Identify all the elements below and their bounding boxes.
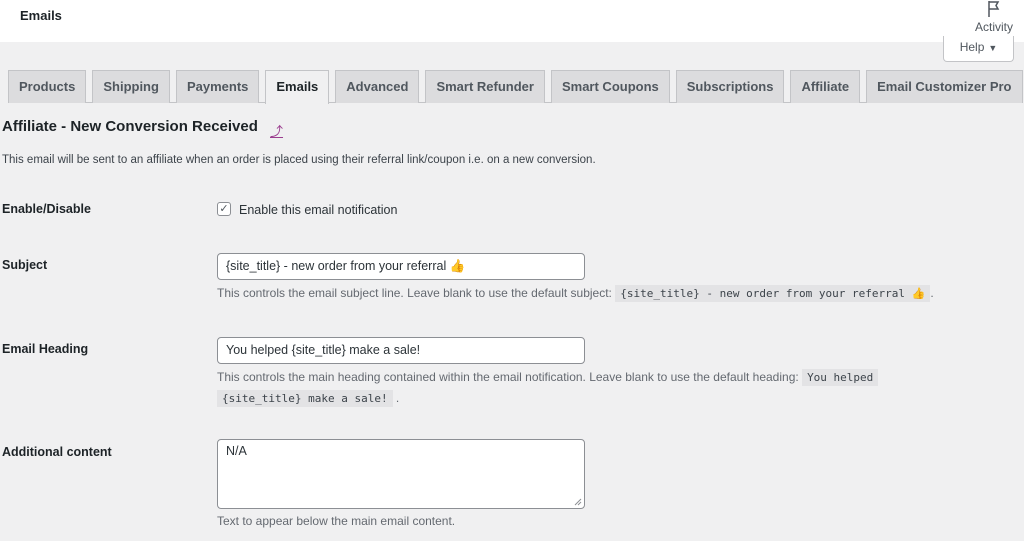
email-heading-default-code-1: You helped: [802, 369, 879, 386]
email-heading-help: This controls the main heading contained…: [217, 367, 957, 409]
tab-subscriptions[interactable]: Subscriptions: [675, 70, 785, 103]
activity-label: Activity: [974, 20, 1013, 34]
checkmark-icon: ✓: [219, 203, 229, 215]
tab-email-customizer-pro[interactable]: Email Customizer Pro: [866, 70, 1023, 103]
section-title: Affiliate - New Conversion Received: [2, 118, 258, 135]
back-up-link-icon[interactable]: ⤴: [270, 121, 283, 140]
additional-content-help: Text to appear below the main email cont…: [217, 514, 456, 528]
tab-smart-coupons[interactable]: Smart Coupons: [550, 70, 670, 103]
settings-tabs: Products Shipping Payments Emails Advanc…: [8, 70, 1023, 104]
top-bar: Emails Activity: [0, 0, 1024, 42]
flag-icon: [988, 1, 1000, 17]
tab-advanced[interactable]: Advanced: [335, 70, 420, 103]
additional-content-textarea[interactable]: N/A: [217, 439, 585, 509]
subject-help-text: This controls the email subject line. Le…: [217, 286, 612, 300]
tab-emails[interactable]: Emails: [265, 70, 330, 104]
tab-shipping[interactable]: Shipping: [92, 70, 170, 103]
tab-smart-refunder[interactable]: Smart Refunder: [425, 70, 545, 103]
email-heading-input[interactable]: You helped {site_title} make a sale!: [217, 337, 585, 364]
email-heading-default-code-2: {site_title} make a sale!: [217, 390, 393, 407]
resize-grip-icon[interactable]: [574, 498, 582, 506]
subject-default-code: {site_title} - new order from your refer…: [615, 285, 931, 302]
activity-button[interactable]: Activity: [972, 0, 1016, 40]
tab-products[interactable]: Products: [8, 70, 87, 103]
chevron-down-icon: ▼: [988, 43, 998, 53]
enable-notification-checkbox[interactable]: ✓: [217, 202, 231, 216]
email-heading-label: Email Heading: [2, 342, 89, 356]
additional-content-label: Additional content: [2, 445, 112, 459]
section-description: This email will be sent to an affiliate …: [2, 154, 596, 166]
subject-input[interactable]: {site_title} - new order from your refer…: [217, 253, 585, 280]
subject-help: This controls the email subject line. Le…: [217, 283, 934, 304]
tab-payments[interactable]: Payments: [175, 70, 260, 103]
email-heading-help-suffix: .: [395, 391, 400, 405]
help-label: Help: [959, 40, 985, 54]
page-title: Emails: [20, 8, 62, 23]
email-heading-help-text: This controls the main heading contained…: [217, 370, 799, 384]
subject-label: Subject: [2, 258, 48, 272]
subject-help-suffix: .: [930, 286, 934, 300]
help-button[interactable]: Help ▼: [943, 36, 1014, 62]
tab-affiliate[interactable]: Affiliate: [790, 70, 861, 103]
additional-content-value: N/A: [226, 444, 247, 458]
enable-notification-label[interactable]: Enable this email notification: [239, 203, 397, 217]
enable-disable-label: Enable/Disable: [2, 202, 91, 216]
